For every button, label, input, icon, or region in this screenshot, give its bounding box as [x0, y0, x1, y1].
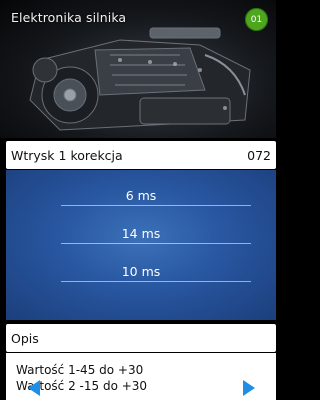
screen-title: Elektronika silnika: [11, 10, 127, 25]
description-body: Wartość 1-45 do +30 Wartość 2 -15 do +30: [6, 353, 276, 400]
description-header: Opis: [6, 324, 276, 352]
value-item: 10 ms: [121, 264, 161, 279]
parameter-name: Wtrysk 1 korekcja: [11, 148, 123, 163]
description-title: Opis: [11, 331, 39, 346]
description-line: Wartość 1-45 do +30: [16, 363, 144, 377]
value-item: 6 ms: [125, 188, 157, 203]
parameter-header: Wtrysk 1 korekcja 072: [6, 141, 276, 169]
engine-header: Elektronika silnika 01: [0, 0, 276, 138]
arrow-right-icon[interactable]: [242, 380, 256, 396]
page-badge: 01: [245, 8, 268, 31]
value-item: 14 ms: [121, 226, 161, 241]
value-divider: [61, 281, 251, 282]
arrow-left-icon[interactable]: [27, 380, 41, 396]
value-divider: [61, 205, 251, 206]
value-divider: [61, 243, 251, 244]
parameter-code: 072: [247, 148, 271, 163]
values-panel: 6 ms 14 ms 10 ms: [6, 170, 276, 320]
